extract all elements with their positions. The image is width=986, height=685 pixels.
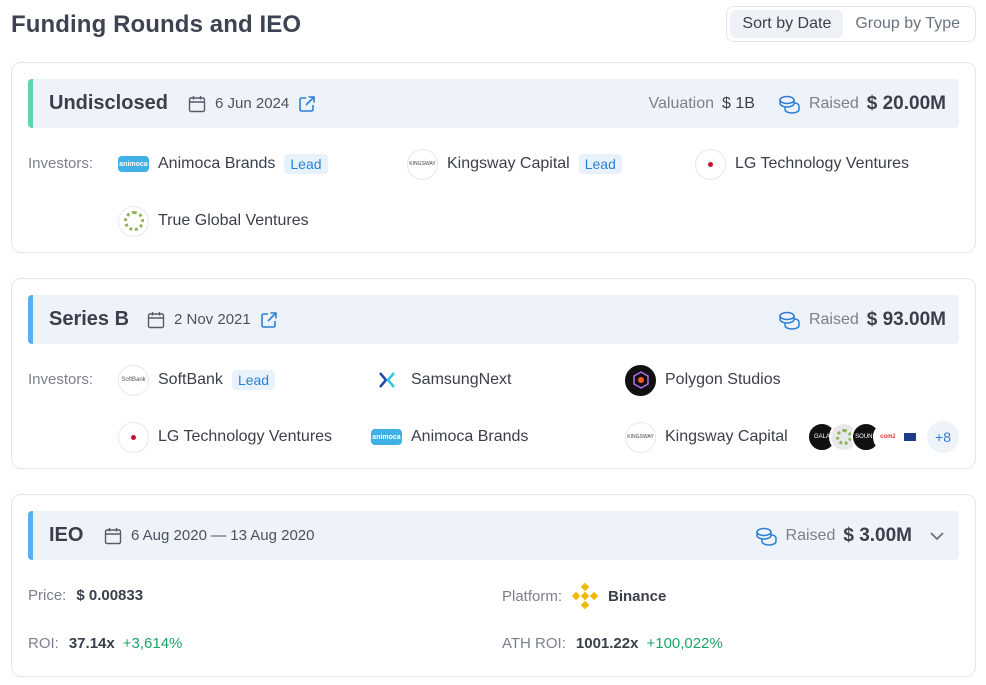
ath-roi-label: ATH ROI:	[502, 635, 566, 652]
more-investors-stack[interactable]: GALA SOUND com2 +8	[807, 421, 959, 453]
external-link-icon[interactable]	[260, 311, 278, 329]
polygon-studios-logo	[625, 364, 656, 396]
investor-name: Kingsway Capital	[447, 155, 570, 172]
kingsway-logo: KINGSWAY	[625, 421, 656, 453]
round-metrics: Raised $ 93.00M	[777, 295, 946, 344]
animoca-logo: animoca	[118, 156, 149, 172]
header: Funding Rounds and IEO Sort by Date Grou…	[11, 6, 976, 44]
valuation-label: Valuation	[648, 94, 715, 112]
investor-avatar	[895, 422, 925, 452]
coins-icon	[779, 95, 800, 114]
round-type: Series B	[49, 308, 130, 330]
ath-roi-row: ATH ROI: 1001.22x +100,022%	[502, 635, 723, 652]
samsungnext-logo	[371, 364, 402, 396]
investor-name: Kingsway Capital	[665, 428, 788, 445]
round-date-group: 2 Nov 2021	[147, 295, 278, 344]
more-investors-button[interactable]: +8	[927, 421, 959, 453]
price-row: Price: $ 0.00833	[28, 587, 143, 604]
investor-item[interactable]: KINGSWAY Kingsway Capital	[625, 421, 788, 453]
investor-item[interactable]: True Global Ventures	[118, 205, 309, 237]
price-label: Price:	[28, 587, 67, 604]
round-date-group: 6 Jun 2024	[188, 79, 316, 128]
ieo-header[interactable]: IEO 6 Aug 2020 — 13 Aug 2020 Raised $ 3.…	[28, 511, 959, 560]
page-title: Funding Rounds and IEO	[11, 11, 302, 38]
round-type: Undisclosed	[49, 92, 168, 114]
calendar-icon	[188, 95, 206, 112]
roi-value: 37.14x	[68, 635, 115, 652]
sort-by-date-button[interactable]: Sort by Date	[730, 10, 844, 38]
ieo-date-group: 6 Aug 2020 — 13 Aug 2020	[104, 511, 315, 560]
ath-roi-percent: +100,022%	[646, 635, 723, 652]
ath-roi-value: 1001.22x	[575, 635, 639, 652]
group-by-type-button[interactable]: Group by Type	[843, 10, 972, 38]
coins-icon	[755, 527, 777, 546]
investor-name: Polygon Studios	[665, 371, 781, 388]
investor-name: Animoca Brands	[158, 155, 276, 172]
valuation-value: $ 1B	[722, 94, 755, 112]
round-header: Undisclosed 6 Jun 2024 Valuation $ 1B Ra…	[28, 79, 959, 128]
funding-round-card: Undisclosed 6 Jun 2024 Valuation $ 1B Ra…	[11, 62, 976, 253]
lead-badge: Lead	[578, 154, 622, 174]
chevron-down-icon[interactable]	[928, 527, 946, 545]
raised-label: Raised	[785, 526, 836, 544]
softbank-logo: SoftBank	[118, 364, 149, 396]
round-date: 6 Jun 2024	[215, 95, 290, 112]
price-value: $ 0.00833	[76, 587, 144, 604]
roi-row: ROI: 37.14x +3,614%	[28, 635, 182, 652]
investor-item[interactable]: KINGSWAY Kingsway Capital Lead	[407, 148, 622, 180]
investor-name: SamsungNext	[411, 371, 512, 388]
investors-label: Investors:	[28, 155, 94, 172]
lg-logo	[695, 148, 726, 180]
investor-name: LG Technology Ventures	[158, 428, 333, 445]
funding-round-card: Series B 2 Nov 2021 Raised $ 93.00M Inve…	[11, 278, 976, 469]
platform-value[interactable]: Binance	[608, 588, 666, 605]
lg-logo	[118, 421, 149, 453]
lead-badge: Lead	[231, 370, 276, 390]
investor-name: Animoca Brands	[411, 428, 529, 445]
sort-toggle: Sort by Date Group by Type	[726, 6, 976, 42]
ieo-card: IEO 6 Aug 2020 — 13 Aug 2020 Raised $ 3.…	[11, 494, 976, 677]
investor-name: LG Technology Ventures	[735, 155, 910, 172]
investor-item[interactable]: SoftBank SoftBank Lead	[118, 364, 276, 396]
calendar-icon	[147, 311, 165, 328]
round-metrics: Valuation $ 1B Raised $ 20.00M	[649, 79, 947, 128]
investor-item[interactable]: animoca Animoca Brands Lead	[118, 148, 328, 180]
platform-label: Platform:	[502, 587, 563, 605]
investor-name: True Global Ventures	[158, 212, 309, 229]
round-type: IEO	[49, 524, 84, 546]
investor-item[interactable]: animoca Animoca Brands	[371, 421, 528, 453]
raised-value: $ 20.00M	[866, 92, 946, 114]
investor-name: SoftBank	[158, 371, 223, 388]
round-date: 2 Nov 2021	[174, 311, 251, 328]
investor-item[interactable]: LG Technology Ventures	[695, 148, 909, 180]
round-header: Series B 2 Nov 2021 Raised $ 93.00M	[28, 295, 959, 344]
raised-value: $ 93.00M	[866, 308, 946, 330]
animoca-logo: animoca	[371, 429, 402, 445]
calendar-icon	[104, 527, 122, 544]
investor-item[interactable]: Polygon Studios	[625, 364, 781, 396]
binance-icon	[572, 583, 599, 609]
investor-item[interactable]: SamsungNext	[371, 364, 512, 396]
investor-item[interactable]: LG Technology Ventures	[118, 421, 332, 453]
ieo-metrics: Raised $ 3.00M	[754, 511, 946, 560]
raised-label: Raised	[808, 94, 859, 112]
raised-value: $ 3.00M	[843, 524, 912, 546]
external-link-icon[interactable]	[298, 95, 316, 113]
investors-label: Investors:	[28, 371, 94, 388]
coins-icon	[779, 311, 800, 330]
raised-label: Raised	[808, 310, 859, 328]
lead-badge: Lead	[284, 154, 328, 174]
true-global-logo	[118, 205, 149, 237]
roi-label: ROI:	[28, 635, 59, 652]
roi-percent: +3,614%	[122, 635, 183, 652]
platform-row: Platform: Binance	[502, 583, 666, 609]
kingsway-logo: KINGSWAY	[407, 148, 438, 180]
ieo-date: 6 Aug 2020 — 13 Aug 2020	[131, 527, 315, 544]
